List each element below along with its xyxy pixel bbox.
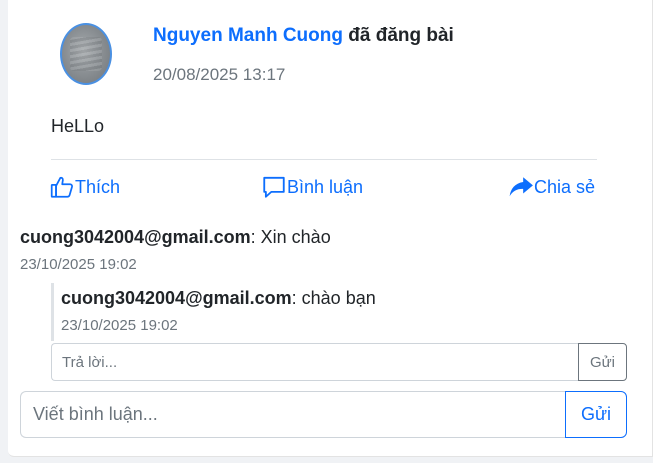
post-content: HeLLo (51, 116, 105, 136)
post-action-text: đã đăng bài (348, 25, 454, 46)
thumbs-up-icon (50, 176, 73, 198)
share-arrow-icon (509, 177, 533, 197)
comment-input[interactable] (20, 391, 565, 438)
reply-thread-line (51, 283, 54, 341)
divider (51, 159, 597, 160)
comment-send-button[interactable]: Gửi (565, 391, 627, 438)
reply-item: cuong3042004@gmail.com: chào bạn (61, 288, 376, 309)
post-timestamp: 20/08/2025 13:17 (153, 65, 286, 84)
comment-text: : Xin chào (250, 227, 331, 247)
reply-input[interactable] (51, 343, 578, 381)
comment-label: Bình luận (287, 176, 364, 197)
comment-form: Gửi (20, 391, 627, 438)
like-label: Thích (75, 176, 121, 197)
post-container: Nguyen Manh Cuong đã đăng bài 20/08/2025… (0, 0, 645, 463)
share-label: Chia sẻ (534, 176, 596, 197)
share-button[interactable]: Chia sẻ (508, 172, 595, 202)
post-header: Nguyen Manh Cuong đã đăng bài (153, 25, 454, 47)
comment-timestamp: 23/10/2025 19:02 (20, 256, 137, 273)
reply-send-button[interactable]: Gửi (578, 343, 627, 381)
reply-timestamp: 23/10/2025 19:02 (61, 317, 178, 334)
comment-button[interactable]: Bình luận (261, 172, 363, 202)
like-button[interactable]: Thích (49, 172, 120, 202)
author-name-link[interactable]: Nguyen Manh Cuong (153, 25, 343, 46)
comment-item: cuong3042004@gmail.com: Xin chào (20, 227, 331, 248)
comment-bubble-icon (263, 176, 285, 198)
reply-author: cuong3042004@gmail.com (61, 288, 292, 308)
reply-form: Gửi (51, 343, 627, 381)
comment-author: cuong3042004@gmail.com (20, 227, 251, 247)
avatar[interactable] (60, 23, 112, 85)
reply-text: : chào bạn (291, 288, 376, 308)
